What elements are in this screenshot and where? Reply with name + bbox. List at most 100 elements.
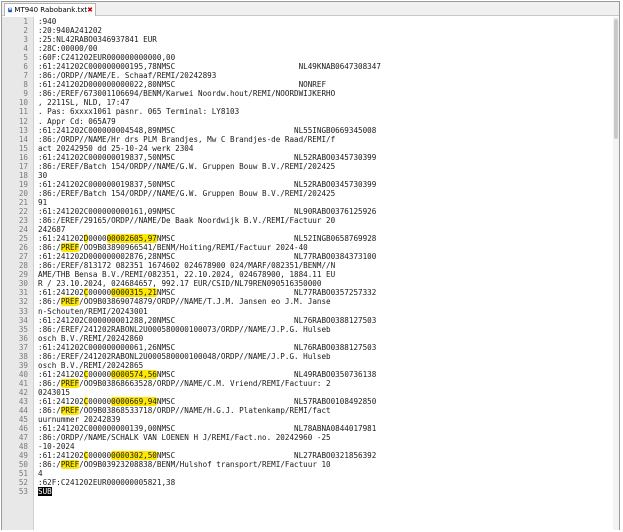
editor-line: 2:20:940A241202 — [2, 26, 619, 35]
editor-line: 41:86:/PREF/OO9B03868663528/ORDP//NAME/C… — [2, 378, 619, 388]
editor-line: 9:86:/EREF/673001106694/BENM/Karwei Noor… — [2, 89, 619, 98]
close-tab-icon[interactable]: ✖ — [87, 6, 93, 14]
line-number: 51 — [18, 469, 28, 479]
line-number: 52 — [18, 478, 28, 488]
line-text: :61:241202D000000002876,28NMSC NL77RABO0… — [38, 252, 377, 262]
line-text: :86:/PREF/OO9B03869074879/ORDP//NAME/T.J… — [38, 297, 331, 307]
line-text: :61:241202C000000019837,50NMSC NL52RABO0… — [38, 179, 377, 189]
line-text: :61:241202C000000000195,78NMSC NL49KNAB0… — [38, 62, 381, 72]
line-number: 38 — [18, 351, 28, 361]
line-number: 24 — [18, 225, 28, 235]
editor-line: 51 4 — [2, 469, 619, 478]
editor-line: 31:61:241202C000000000315,21NMSC NL77RAB… — [2, 288, 619, 298]
line-number: 25 — [18, 234, 28, 244]
line-number: 39 — [18, 360, 28, 370]
tab-title: MT940 Rabobank.txt — [14, 6, 88, 14]
line-text: R / 23.10.2024, 024684657, 992.17 EUR/CS… — [38, 279, 322, 289]
line-text: :61:241202C000000000574,56NMSC NL49RABO0… — [38, 369, 377, 379]
editor-line: 29 AME/THB Bensa B.V./REMI/082351, 22.10.… — [2, 270, 619, 279]
line-number: 22 — [18, 206, 28, 216]
editor-line: 35:86:/EREF/241202RABONL2U00058000010007… — [2, 325, 619, 334]
line-number: 41 — [18, 378, 28, 388]
line-number: 6 — [23, 62, 28, 72]
editor-line: 42 0243015 — [2, 388, 619, 397]
text-lines: 1:940 2:20:940A241202 3:25:NL42RABO0346937… — [2, 17, 619, 497]
line-number: 49 — [18, 451, 28, 461]
line-number: 14 — [18, 134, 28, 144]
line-text: :61:241202C000000000061,26NMSC NL76RABO0… — [38, 342, 377, 352]
editor-line: 1:940 — [2, 17, 619, 26]
vertical-scrollbar[interactable] — [613, 17, 619, 530]
line-text: :86:/EREF/813172 082351 1674602 02467890… — [38, 261, 336, 271]
editor-line: 5:60F:C241202EUR000000000000,00 — [2, 53, 619, 62]
editor-line: 7:86:/ORDP//NAME/E. Schaaf/REMI/20242893 — [2, 71, 619, 80]
line-number: 27 — [18, 252, 28, 262]
editor-line: 15 act 20242950 dd 25-10-24 werk 2304 — [2, 144, 619, 153]
editor-line: 4:28C:00000/00 — [2, 44, 619, 53]
line-number: 46 — [18, 424, 28, 434]
editor-line: 6 :61:241202C000000000195,78NMSC NL49KNAB… — [2, 62, 619, 71]
line-number: 20 — [18, 188, 28, 198]
editor-line: 21 91 — [2, 198, 619, 207]
line-text: :61:241202D000000002605,97NMSC NL52INGB0… — [38, 234, 377, 244]
line-text: act 20242950 dd 25-10-24 werk 2304 — [38, 143, 194, 153]
line-number: 45 — [18, 415, 28, 425]
editor-line: 16:61:241202C000000019837,50NMSC NL52RAB… — [2, 153, 619, 162]
editor-line: 48 -10-2024 — [2, 442, 619, 451]
editor-line: 19:61:241202C000000019837,50NMSC NL52RAB… — [2, 180, 619, 189]
line-number: 16 — [18, 152, 28, 162]
line-text: 0243015 — [38, 387, 71, 397]
line-number: 11 — [18, 107, 28, 117]
line-text: uurnummer 20242839 — [38, 415, 121, 425]
line-text: :940 — [38, 17, 57, 26]
save-disk-icon — [8, 7, 13, 13]
editor-line: 27 :61:241202D000000002876,28NMSC NL77RAB… — [2, 252, 619, 261]
scrollbar-thumb[interactable] — [614, 19, 618, 139]
line-text: :20:940A241202 — [38, 26, 103, 36]
line-number: 47 — [18, 433, 28, 443]
editor-line: 32:86:/PREF/OO9B03869074879/ORDP//NAME/T… — [2, 297, 619, 307]
line-number: 30 — [18, 279, 28, 289]
editor-line: 18 30 — [2, 171, 619, 180]
editor-line: 12 . Appr Cd: 065A79 — [2, 117, 619, 126]
editor-line: 13:61:241202C000000004548,89NMSC NL55ING… — [2, 126, 619, 135]
line-number: 33 — [18, 306, 28, 316]
editor-line: 45 uurnummer 20242839 — [2, 415, 619, 424]
editor-line: 52 :62F:C241202EUR000000005821,38 — [2, 478, 619, 487]
line-number: 31 — [18, 288, 28, 298]
line-text: 91 — [38, 197, 48, 207]
line-text: :86:/ORDP//NAME/SCHALK VAN LOENEN H J/RE… — [38, 433, 331, 443]
editor-line: 8:61:241202D000000000022,80NMSC NONREF — [2, 80, 619, 89]
line-number: 21 — [18, 197, 28, 207]
line-text: osch B.V./REMI/20242865 — [38, 360, 144, 370]
line-number: 36 — [18, 333, 28, 343]
line-text: -10-2024 — [38, 442, 75, 452]
editor-line: 33 n-Schouten/REMI/20243001 — [2, 307, 619, 316]
editor-line: 22:61:241202C000000000161,09NMSC NL90RAB… — [2, 207, 619, 216]
editor-line: 46:61:241202C000000000139,00NMSC NL78ABN… — [2, 424, 619, 433]
line-number: 35 — [18, 324, 28, 334]
line-number: 23 — [18, 216, 28, 226]
editor-line: 47 :86:/ORDP//NAME/SCHALK VAN LOENEN H J/… — [2, 433, 619, 442]
line-number: 12 — [18, 116, 28, 126]
editor-line: 44:86:/PREF/OO9B03868533718/ORDP//NAME/H… — [2, 406, 619, 416]
editor-line: 43:61:241202C000000000669,94NMSC NL57RAB… — [2, 396, 619, 406]
file-tab[interactable]: MT940 Rabobank.txt ✖ — [4, 3, 96, 16]
editor-line: 38:86:/EREF/241202RABONL2U00058000010004… — [2, 352, 619, 361]
line-text: :86:/EREF/Batch 154/ORDP//NAME/G.W. Grup… — [38, 161, 336, 171]
editor-line: 28 :86:/EREF/813172 082351 1674602 024678… — [2, 261, 619, 270]
line-text: :86:/PREF/OO9B03923208838/BENM/Hulshof t… — [38, 460, 331, 470]
tab-bar: MT940 Rabobank.txt ✖ — [2, 2, 619, 16]
line-text: :62F:C241202EUR000000005821,38 — [38, 478, 176, 488]
editor-line: 17:86:/EREF/Batch 154/ORDP//NAME/G.W. Gr… — [2, 162, 619, 171]
line-number: 28 — [18, 261, 28, 271]
line-number: 53 — [18, 487, 28, 497]
line-text: :28C:00000/00 — [38, 44, 98, 54]
line-text: AME/THB Bensa B.V./REMI/082351, 22.10.20… — [38, 270, 336, 280]
line-text: , 2211SL, NLD, 17:47 — [38, 98, 130, 108]
line-text: :86:/ORDP//NAME/Hr drs PLM Brandjes, Mw … — [38, 134, 336, 144]
line-text: :60F:C241202EUR000000000000,00 — [38, 53, 176, 63]
editor-line: 53 SUB — [2, 487, 619, 497]
editor-line: 3:25:NL42RABO0346937841 EUR — [2, 35, 619, 44]
text-editor[interactable]: 1:940 2:20:940A241202 3:25:NL42RABO0346937… — [2, 17, 619, 530]
